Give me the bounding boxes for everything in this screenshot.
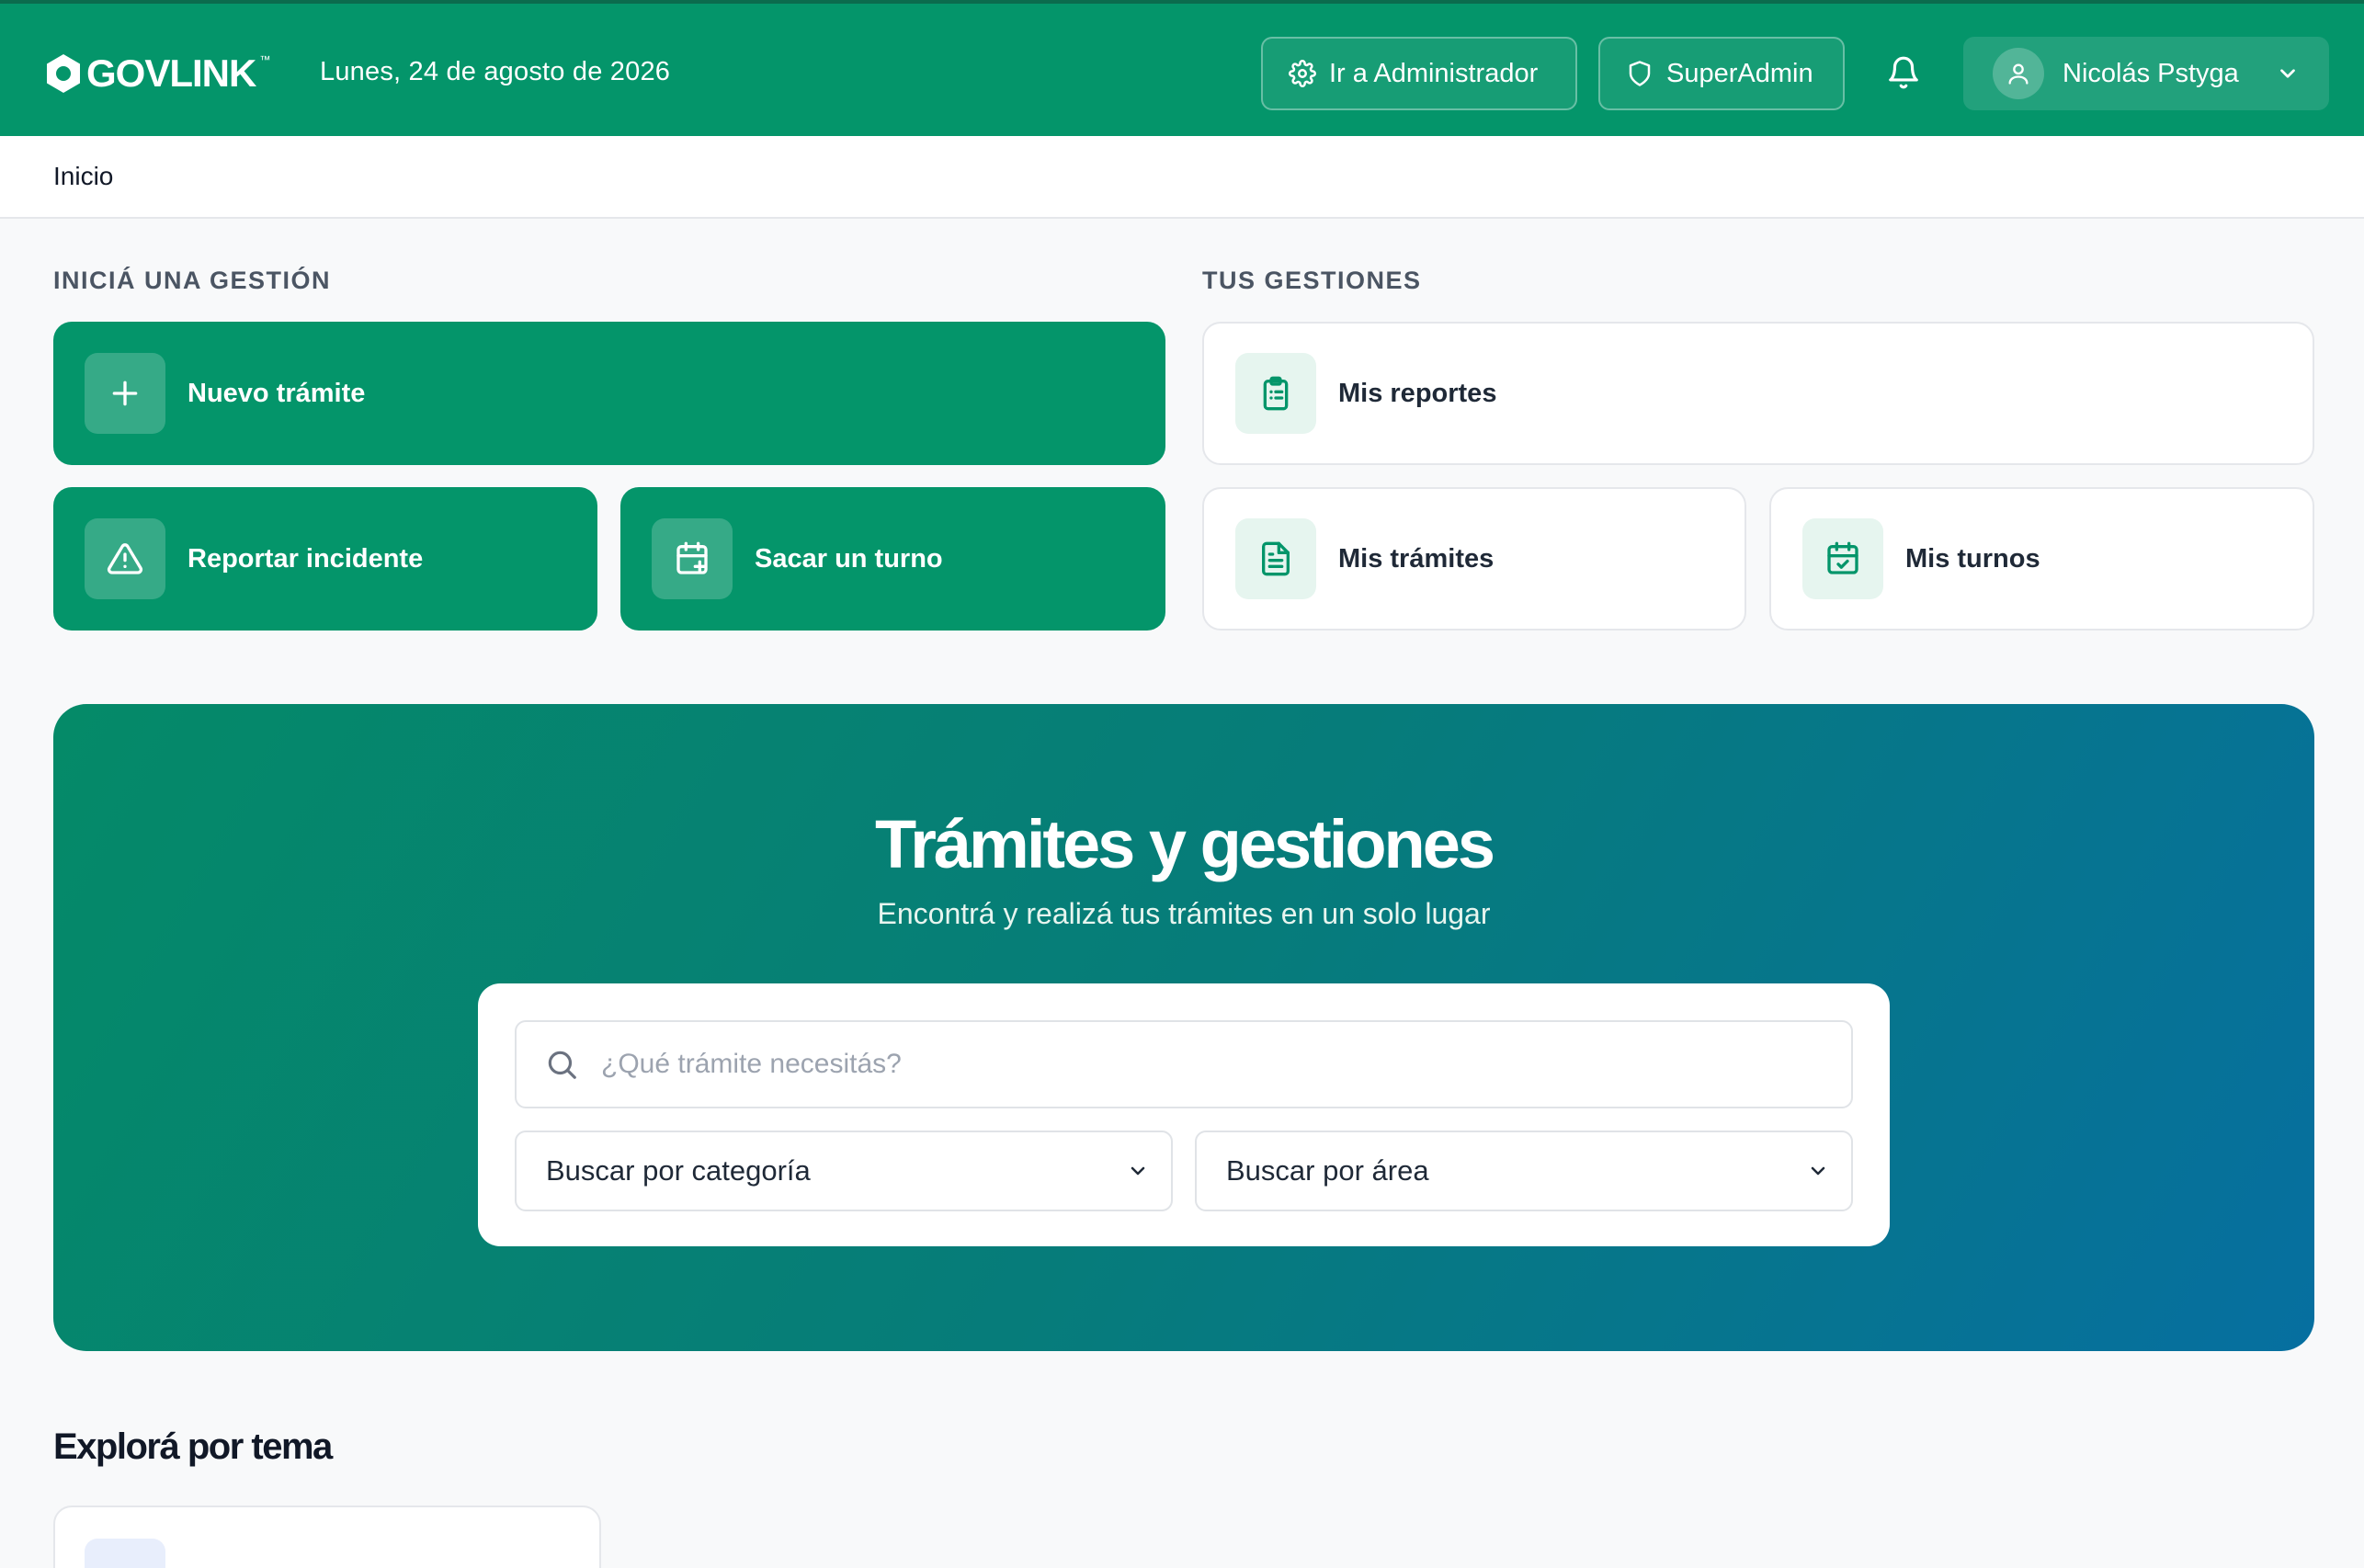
hexagon-logo-icon (47, 54, 80, 93)
govlink-logo[interactable]: GOVLINK ™ (44, 50, 270, 97)
hero-title: Trámites y gestiones (874, 806, 1495, 882)
user-icon (2008, 63, 2029, 85)
book-appointment-card[interactable]: Sacar un turno (620, 487, 1165, 631)
plus-icon (112, 381, 138, 406)
go-to-admin-button[interactable]: Ir a Administrador (1261, 37, 1577, 110)
my-appointments-label: Mis turnos (1905, 543, 2040, 574)
new-procedure-label: Nuevo trámite (188, 378, 366, 408)
chevron-down-icon (2280, 69, 2295, 78)
calendar-plus-icon-box (652, 518, 733, 599)
new-procedure-card[interactable]: Nuevo trámite (53, 322, 1165, 465)
breadcrumb[interactable]: Inicio (53, 162, 113, 191)
chevron-down-icon (1811, 1166, 1825, 1176)
topic-card[interactable] (53, 1506, 601, 1568)
shield-icon (1629, 61, 1651, 86)
top-navbar: GOVLINK ™ Lunes, 24 de agosto de 2026 Ir… (0, 0, 2364, 136)
bell-icon (1889, 56, 1918, 89)
plus-icon-box (85, 353, 165, 434)
my-procedures-label: Mis trámites (1338, 543, 1495, 574)
hero-subtitle: Encontrá y realizá tus trámites en un so… (877, 897, 1491, 930)
document-icon (1262, 541, 1290, 576)
breadcrumb-bar: Inicio (0, 136, 2364, 219)
notifications-button[interactable] (1882, 51, 1925, 94)
my-procedures-card[interactable]: Mis trámites (1202, 487, 1746, 631)
warning-icon-box (85, 518, 165, 599)
book-appointment-label: Sacar un turno (755, 543, 943, 574)
my-reports-card[interactable]: Mis reportes (1202, 322, 2314, 465)
area-select[interactable]: Buscar por área (1195, 1131, 1853, 1211)
search-input[interactable] (601, 1049, 1851, 1080)
topic-icon (85, 1539, 165, 1568)
mine-section-title: TUS GESTIONES (1202, 267, 1422, 294)
clipboard-icon-box (1235, 353, 1316, 434)
calendar-check-icon (1827, 541, 1858, 574)
go-to-admin-label: Ir a Administrador (1329, 58, 1539, 88)
report-incident-label: Reportar incidente (188, 543, 424, 574)
user-name: Nicolás Pstyga (2063, 58, 2239, 88)
explore-title: Explorá por tema (53, 1426, 333, 1467)
search-field[interactable] (515, 1020, 1853, 1108)
calendar-plus-icon (676, 541, 708, 574)
superadmin-label: SuperAdmin (1666, 58, 1813, 88)
search-panel: Buscar por categoría Buscar por área (478, 983, 1890, 1246)
hero-banner: Trámites y gestiones Encontrá y realizá … (53, 704, 2314, 1351)
start-section-title: INICIÁ UNA GESTIÓN (53, 267, 332, 294)
category-select[interactable]: Buscar por categoría (515, 1131, 1173, 1211)
gear-icon (1289, 60, 1316, 87)
category-select-value: Buscar por categoría (546, 1154, 811, 1187)
user-menu[interactable]: Nicolás Pstyga (1963, 37, 2329, 110)
search-icon (548, 1051, 576, 1079)
calendar-check-icon-box (1802, 518, 1883, 599)
document-icon-box (1235, 518, 1316, 599)
superadmin-button[interactable]: SuperAdmin (1598, 37, 1845, 110)
avatar (1993, 48, 2044, 99)
chevron-down-icon (1131, 1166, 1145, 1176)
logo-trademark: ™ (259, 53, 270, 66)
my-appointments-card[interactable]: Mis turnos (1769, 487, 2314, 631)
report-incident-card[interactable]: Reportar incidente (53, 487, 597, 631)
warning-icon (107, 543, 143, 574)
my-reports-label: Mis reportes (1338, 378, 1497, 408)
clipboard-list-icon (1263, 376, 1289, 411)
area-select-value: Buscar por área (1226, 1154, 1429, 1187)
logo-text: GOVLINK (86, 51, 256, 95)
current-date: Lunes, 24 de agosto de 2026 (320, 57, 671, 86)
